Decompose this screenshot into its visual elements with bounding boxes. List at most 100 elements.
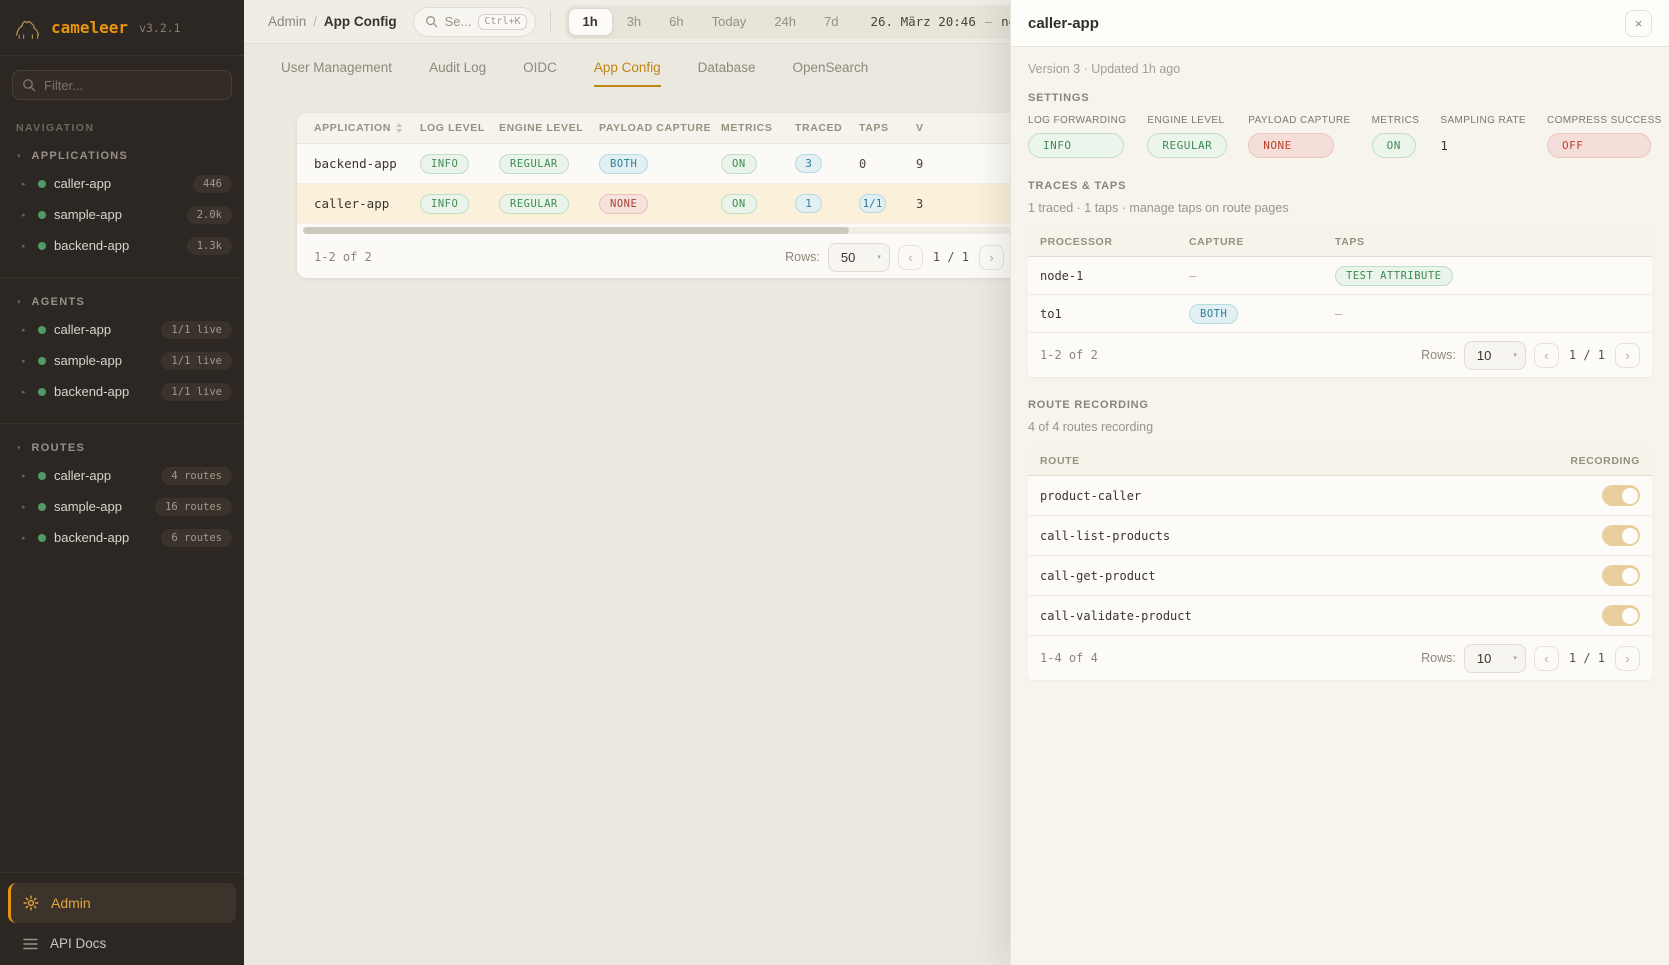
sidebar-item-routes-sample-app[interactable]: ▸ sample-app 16 routes: [0, 491, 244, 522]
item-badge: 16 routes: [155, 498, 232, 516]
table-header-row: APPLICATION LOG LEVEL ENGINE LEVEL PAYLO…: [297, 113, 1018, 144]
recording-toggle[interactable]: [1602, 605, 1640, 626]
time-range-7d[interactable]: 7d: [810, 8, 852, 36]
rows-per-page-select[interactable]: 50 ▾: [828, 243, 890, 272]
table-row-caller-app[interactable]: caller-app INFO REGULAR NONE ON 1 1/1 3: [297, 184, 1018, 224]
global-search[interactable]: Se... Ctrl+K: [413, 7, 536, 37]
sidebar-item-api-docs[interactable]: API Docs: [8, 923, 236, 953]
rows-value: 50: [841, 250, 855, 265]
prev-page-button[interactable]: ‹: [1534, 343, 1559, 368]
next-page-button[interactable]: ›: [1615, 646, 1640, 671]
field-payload-capture: PAYLOAD CAPTURE NONE: [1248, 115, 1350, 158]
close-icon[interactable]: ×: [1625, 10, 1652, 37]
sidebar-item-agents-sample-app[interactable]: ▸ sample-app 1/1 live: [0, 345, 244, 376]
field-metrics: METRICS ON: [1372, 115, 1420, 158]
time-range-3h[interactable]: 3h: [613, 8, 655, 36]
gear-icon: [23, 895, 39, 911]
column-payload-capture: PAYLOAD CAPTURE: [599, 122, 721, 134]
route-row-call-get-product[interactable]: call-get-product: [1028, 556, 1652, 596]
horizontal-scrollbar: [303, 227, 1012, 234]
item-badge: 1/1 live: [161, 321, 232, 339]
logo-row: cameleer v3.2.1: [0, 0, 244, 56]
taps-pill: TEST ATTRIBUTE: [1335, 266, 1453, 286]
tab-database[interactable]: Database: [698, 60, 756, 87]
recording-toggle[interactable]: [1602, 525, 1640, 546]
time-range-24h[interactable]: 24h: [760, 8, 810, 36]
prev-page-button[interactable]: ‹: [898, 245, 923, 270]
tab-user-management[interactable]: User Management: [281, 60, 392, 87]
section-header-applications[interactable]: ▾ APPLICATIONS: [0, 144, 244, 168]
tab-app-config[interactable]: App Config: [594, 60, 661, 87]
scrollbar-thumb[interactable]: [303, 227, 849, 234]
item-label: sample-app: [54, 207, 122, 222]
navigation-label: NAVIGATION: [0, 104, 244, 138]
section-header-agents[interactable]: ▾ AGENTS: [0, 290, 244, 314]
processor-name: to1: [1040, 307, 1189, 321]
time-range-segment: 1h 3h 6h Today 24h 7d 26. März 20:46 — n…: [565, 5, 1043, 39]
search-placeholder: Se...: [445, 14, 472, 29]
section-header-routes[interactable]: ▾ ROUTES: [0, 436, 244, 460]
route-row-call-list-products[interactable]: call-list-products: [1028, 516, 1652, 556]
chevron-down-icon: ▾: [17, 298, 21, 306]
rows-per-page-select[interactable]: 10 ▾: [1464, 644, 1526, 673]
chevron-right-icon: ▸: [22, 211, 30, 219]
payload-capture-pill: BOTH: [599, 154, 648, 174]
date-range-start: 26. März 20:46: [870, 14, 975, 29]
item-label: backend-app: [54, 530, 129, 545]
tab-oidc[interactable]: OIDC: [523, 60, 557, 87]
field-label: PAYLOAD CAPTURE: [1248, 115, 1350, 126]
route-row-product-caller[interactable]: product-caller: [1028, 476, 1652, 516]
item-badge: 1/1 live: [161, 383, 232, 401]
traces-table: PROCESSOR CAPTURE TAPS node-1 — TEST ATT…: [1028, 227, 1652, 377]
sidebar-item-routes-caller-app[interactable]: ▸ caller-app 4 routes: [0, 460, 244, 491]
time-range-today[interactable]: Today: [698, 8, 761, 36]
shortcut-badge: Ctrl+K: [478, 14, 526, 30]
tab-audit-log[interactable]: Audit Log: [429, 60, 486, 87]
time-range-1h[interactable]: 1h: [568, 8, 613, 36]
trace-row-node-1[interactable]: node-1 — TEST ATTRIBUTE: [1028, 257, 1652, 295]
prev-page-button[interactable]: ‹: [1534, 646, 1559, 671]
payload-capture-pill: NONE: [599, 194, 648, 214]
item-label: caller-app: [54, 468, 111, 483]
breadcrumb-parent[interactable]: Admin: [268, 14, 306, 29]
taps-value: —: [1335, 307, 1640, 321]
sidebar-bottom: Admin API Docs: [0, 872, 244, 965]
row-range: 1-4 of 4: [1040, 651, 1098, 665]
field-compress-success: COMPRESS SUCCESS OFF: [1547, 115, 1662, 158]
filter-input[interactable]: [12, 70, 232, 100]
sidebar-item-applications-sample-app[interactable]: ▸ sample-app 2.0k: [0, 199, 244, 230]
field-label: ENGINE LEVEL: [1147, 115, 1227, 126]
sidebar-item-admin[interactable]: Admin: [8, 883, 236, 923]
rows-value: 10: [1477, 348, 1491, 363]
sidebar-item-routes-backend-app[interactable]: ▸ backend-app 6 routes: [0, 522, 244, 553]
status-dot: [38, 388, 46, 396]
field-value-pill: REGULAR: [1147, 133, 1227, 158]
sidebar-item-agents-caller-app[interactable]: ▸ caller-app 1/1 live: [0, 314, 244, 345]
search-icon: [425, 15, 438, 28]
route-row-call-validate-product[interactable]: call-validate-product: [1028, 596, 1652, 636]
rows-per-page-select[interactable]: 10 ▾: [1464, 341, 1526, 370]
traced-count: 1: [795, 194, 822, 213]
recording-toggle[interactable]: [1602, 565, 1640, 586]
camel-logo-icon: [14, 16, 42, 40]
rows-label: Rows:: [1421, 651, 1456, 665]
sidebar-item-applications-backend-app[interactable]: ▸ backend-app 1.3k: [0, 230, 244, 261]
traces-footer: 1-2 of 2 Rows: 10 ▾ ‹ 1 / 1 ›: [1028, 333, 1652, 377]
time-range-6h[interactable]: 6h: [655, 8, 697, 36]
recording-toggle[interactable]: [1602, 485, 1640, 506]
sidebar: cameleer v3.2.1 NAVIGATION ▾ APPLICATION…: [0, 0, 244, 965]
capture-pill: BOTH: [1189, 304, 1238, 324]
sidebar-item-agents-backend-app[interactable]: ▸ backend-app 1/1 live: [0, 376, 244, 407]
cell-application: backend-app: [314, 156, 420, 171]
route-recording-subtext: 4 of 4 routes recording: [1028, 420, 1652, 434]
sidebar-item-applications-caller-app[interactable]: ▸ caller-app 446: [0, 168, 244, 199]
next-page-button[interactable]: ›: [979, 245, 1004, 270]
trace-row-to1[interactable]: to1 BOTH —: [1028, 295, 1652, 333]
rows-value: 10: [1477, 651, 1491, 666]
next-page-button[interactable]: ›: [1615, 343, 1640, 368]
tab-opensearch[interactable]: OpenSearch: [792, 60, 868, 87]
column-application[interactable]: APPLICATION: [314, 122, 420, 134]
table-row-backend-app[interactable]: backend-app INFO REGULAR BOTH ON 3 0 9: [297, 144, 1018, 184]
app-version: v3.2.1: [139, 21, 181, 35]
field-label: COMPRESS SUCCESS: [1547, 115, 1662, 126]
